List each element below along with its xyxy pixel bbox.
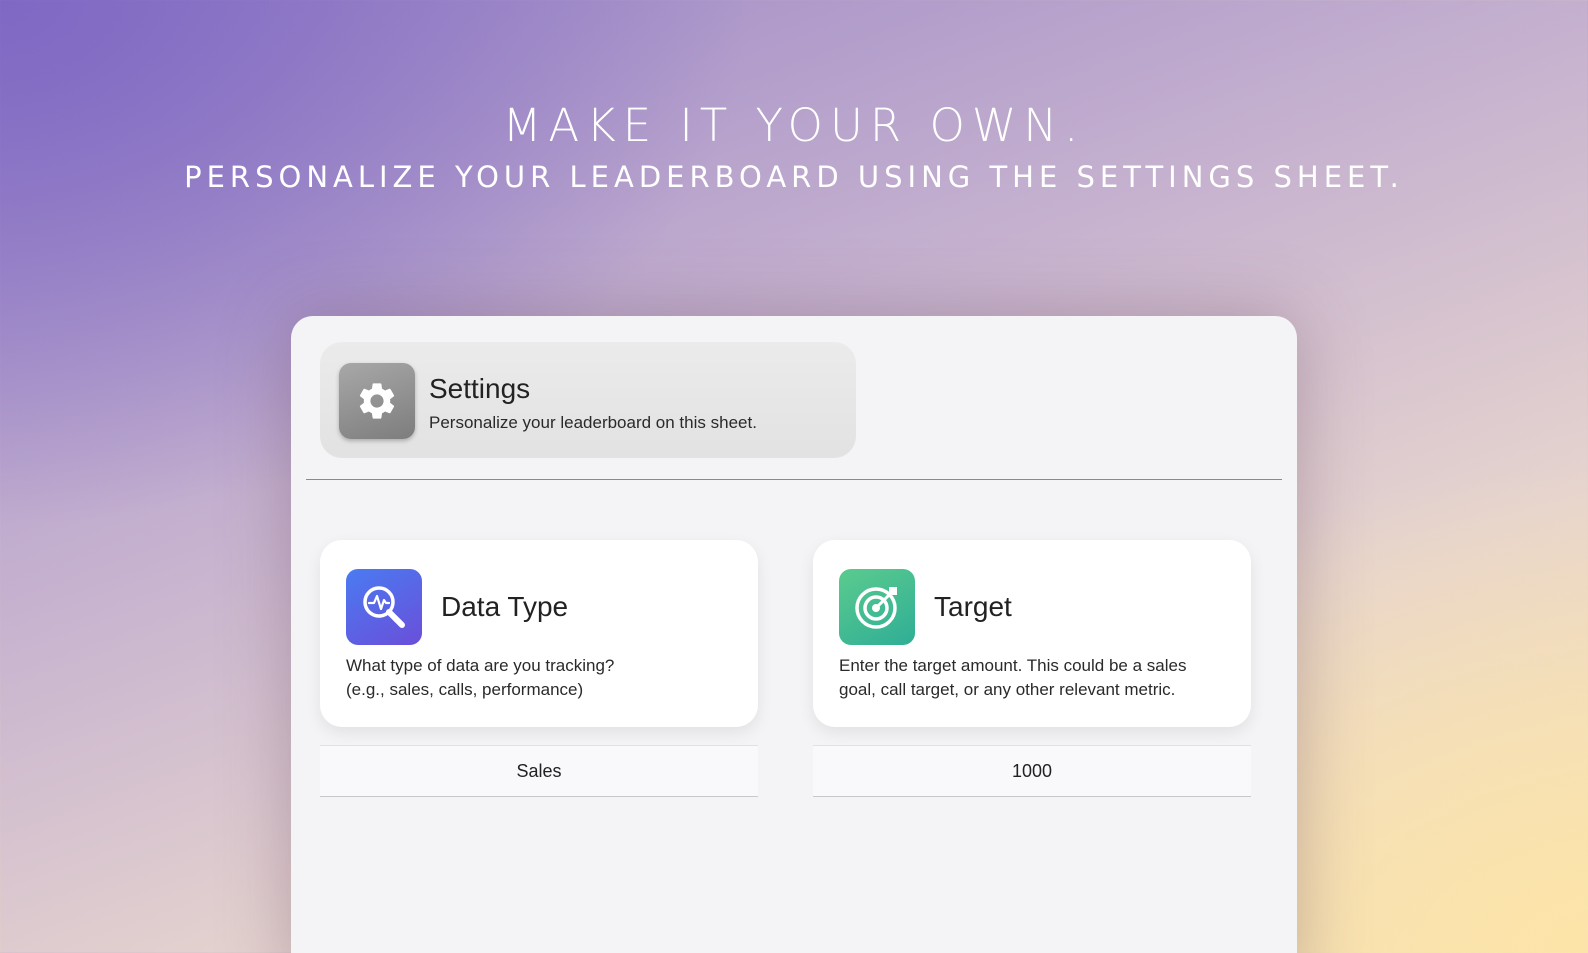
target-value-cell[interactable]: 1000 [813, 745, 1251, 797]
hero-title: MAKE IT YOUR OWN. [502, 99, 1086, 152]
analytics-search-icon [346, 569, 422, 645]
target-icon [839, 569, 915, 645]
data-type-card: Data Type What type of data are you trac… [320, 540, 758, 727]
settings-title: Settings [429, 373, 531, 404]
settings-sheet-window: Settings Personalize your leaderboard on… [291, 316, 1297, 953]
target-title: Target [934, 591, 1012, 622]
data-type-value-cell[interactable]: Sales [320, 745, 758, 797]
target-card: Target Enter the target amount. This cou… [813, 540, 1251, 727]
header-divider [306, 479, 1282, 480]
data-type-title: Data Type [441, 591, 569, 622]
gear-icon [339, 363, 415, 439]
target-description: Enter the target amount. This could be a… [839, 656, 1187, 699]
settings-description: Personalize your leaderboard on this she… [429, 413, 757, 432]
data-type-description: What type of data are you tracking? (e.g… [346, 656, 615, 699]
hero-subtitle: PERSONALIZE YOUR LEADERBOARD USING THE S… [184, 160, 1404, 194]
settings-header-banner: Settings Personalize your leaderboard on… [320, 342, 856, 458]
